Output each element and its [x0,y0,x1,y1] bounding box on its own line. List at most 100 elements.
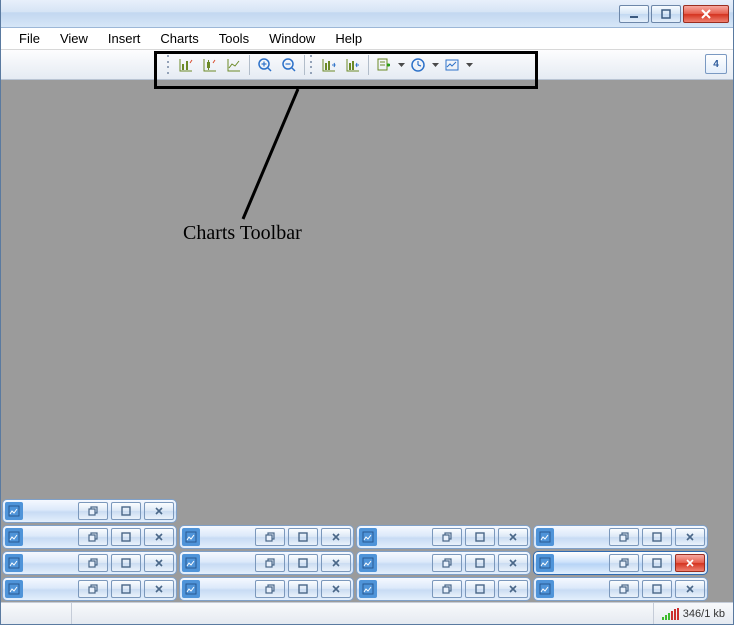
mini-close-button[interactable] [144,528,174,546]
toolbar-separator [368,55,369,75]
indicators-icon [376,57,392,73]
mini-restore-button[interactable] [432,554,462,572]
maximize-window-button[interactable] [651,5,681,23]
indicators-dropdown[interactable] [396,53,406,77]
mini-restore-button[interactable] [432,580,462,598]
mini-restore-button[interactable] [78,502,108,520]
mini-restore-button[interactable] [78,580,108,598]
mini-max-button[interactable] [642,554,672,572]
mini-max-button[interactable] [465,580,495,598]
templates-button[interactable] [440,53,464,77]
mini-restore-button[interactable] [78,554,108,572]
minimized-chart-window[interactable] [356,551,531,575]
minimize-window-button[interactable] [619,5,649,23]
chart-window-icon [182,528,200,546]
mini-close-button[interactable] [498,528,528,546]
zoom-out-icon [281,57,297,73]
mini-max-button[interactable] [642,580,672,598]
mini-close-button[interactable] [144,554,174,572]
auto-scroll-button[interactable] [317,53,341,77]
chart-window-icon [359,528,377,546]
chart-shift-button[interactable] [341,53,365,77]
minimized-chart-window[interactable] [179,525,354,549]
mini-max-button[interactable] [642,528,672,546]
toolbar-separator [249,55,250,75]
menu-insert[interactable]: Insert [98,29,151,48]
mini-restore-button[interactable] [609,580,639,598]
menu-help[interactable]: Help [325,29,372,48]
minimized-chart-window[interactable] [179,577,354,601]
mini-max-button[interactable] [111,554,141,572]
mini-restore-button[interactable] [609,528,639,546]
close-window-button[interactable] [683,5,729,23]
minimized-chart-window[interactable] [533,525,708,549]
mini-max-button[interactable] [288,580,318,598]
line-chart-icon [226,57,242,73]
minimized-chart-window[interactable] [2,577,177,601]
mini-max-button[interactable] [111,528,141,546]
mini-close-button[interactable] [321,528,351,546]
menubar: File View Insert Charts Tools Window Hel… [1,28,733,50]
mini-restore-button[interactable] [255,580,285,598]
menu-tools[interactable]: Tools [209,29,259,48]
line-chart-button[interactable] [222,53,246,77]
mini-max-button[interactable] [111,580,141,598]
minimized-chart-window[interactable] [533,577,708,601]
clock-icon [410,57,426,73]
minimized-chart-window[interactable] [2,499,177,523]
mini-close-button[interactable] [144,502,174,520]
alerts-indicator[interactable]: 4 [705,54,727,74]
toolbar-separator [304,55,305,75]
toolbar: 4 [1,50,733,80]
zoom-out-button[interactable] [277,53,301,77]
menu-view[interactable]: View [50,29,98,48]
mini-close-button[interactable] [498,580,528,598]
mini-close-button[interactable] [144,580,174,598]
mini-close-button[interactable] [675,528,705,546]
menu-charts[interactable]: Charts [150,29,208,48]
connection-status[interactable]: 346/1 kb [653,603,733,624]
mini-close-button[interactable] [321,554,351,572]
minimized-chart-window[interactable] [533,551,708,575]
menu-window[interactable]: Window [259,29,325,48]
mini-max-button[interactable] [288,528,318,546]
chart-window-icon [359,580,377,598]
minimized-chart-window[interactable] [356,525,531,549]
mini-close-button[interactable] [498,554,528,572]
transfer-rate: 346/1 kb [683,608,725,620]
minimized-chart-window[interactable] [2,525,177,549]
mini-restore-button[interactable] [78,528,108,546]
minimized-chart-window[interactable] [2,551,177,575]
mini-max-button[interactable] [111,502,141,520]
templates-dropdown[interactable] [464,53,474,77]
minimized-chart-window[interactable] [356,577,531,601]
mini-restore-button[interactable] [609,554,639,572]
menu-file[interactable]: File [9,29,50,48]
bar-chart-button[interactable] [174,53,198,77]
app-window: File View Insert Charts Tools Window Hel… [0,0,734,625]
mini-restore-button[interactable] [255,528,285,546]
chevron-down-icon [432,63,439,67]
mini-max-button[interactable] [465,528,495,546]
chart-window-icon [5,528,23,546]
mini-close-button[interactable] [321,580,351,598]
mini-restore-button[interactable] [255,554,285,572]
mini-close-button[interactable] [675,554,705,572]
chart-window-icon [5,502,23,520]
mini-close-button[interactable] [675,580,705,598]
chart-window-icon [182,554,200,572]
toolbar-grip-icon [308,54,314,76]
mini-restore-button[interactable] [432,528,462,546]
minimized-chart-window[interactable] [179,551,354,575]
indicators-button[interactable] [372,53,396,77]
chart-window-icon [536,580,554,598]
mini-max-button[interactable] [288,554,318,572]
mini-max-button[interactable] [465,554,495,572]
chart-window-icon [359,554,377,572]
mdi-workspace [1,80,733,602]
periods-button[interactable] [406,53,430,77]
zoom-in-button[interactable] [253,53,277,77]
chart-window-icon [182,580,200,598]
periods-dropdown[interactable] [430,53,440,77]
candlestick-chart-button[interactable] [198,53,222,77]
